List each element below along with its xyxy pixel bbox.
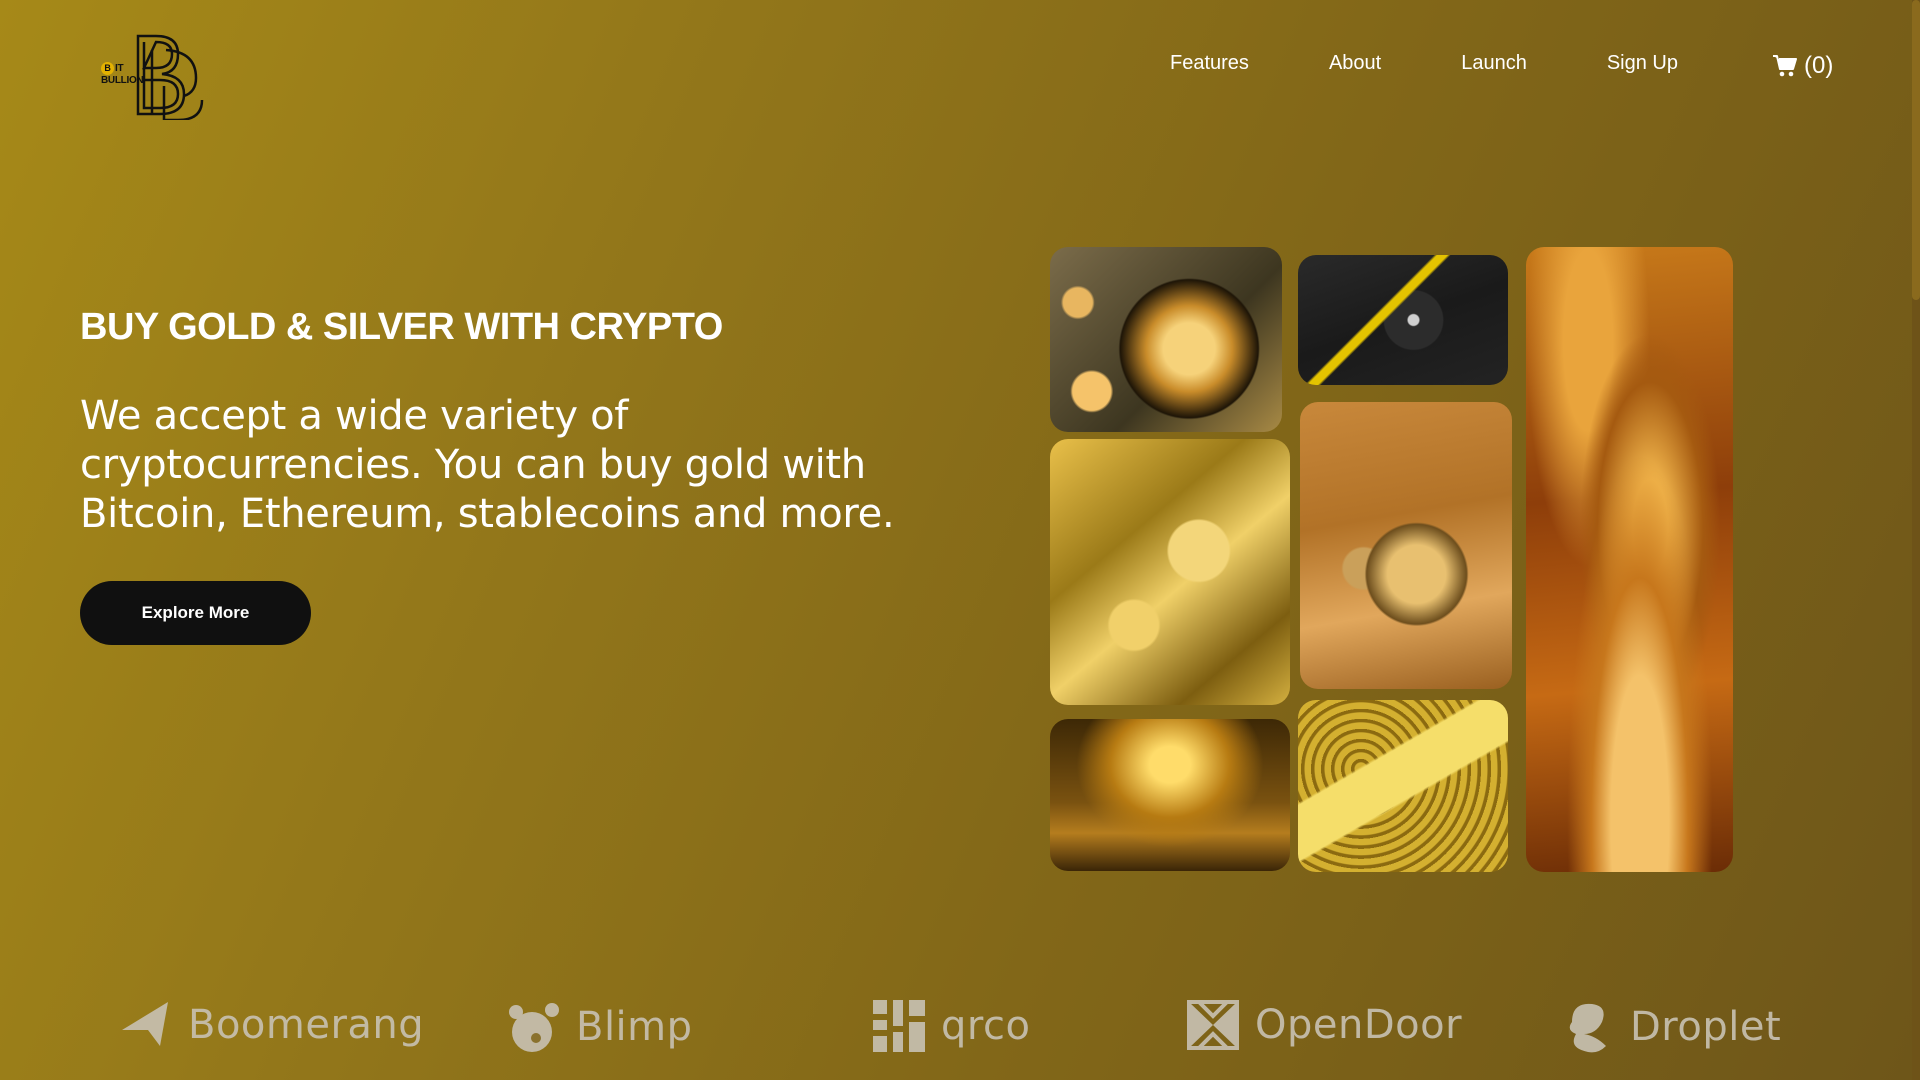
nav-launch[interactable]: Launch xyxy=(1461,52,1527,75)
hero-lead: We accept a wide variety of cryptocurren… xyxy=(80,393,895,537)
explore-more-button[interactable]: Explore More xyxy=(80,581,311,645)
logo-line2: BULLION xyxy=(101,75,144,86)
cart-button[interactable]: (0) xyxy=(1772,52,1833,80)
brand-opendoor-name: OpenDoor xyxy=(1255,1002,1463,1048)
scrollbar-thumb[interactable] xyxy=(1912,0,1920,300)
brand-blimp-name: Blimp xyxy=(576,1004,693,1050)
gallery-image-gold-bars xyxy=(1050,439,1290,705)
boomerang-icon xyxy=(122,1002,168,1046)
brand-droplet: Droplet xyxy=(1562,1000,1781,1054)
gallery-image-coins-closeup xyxy=(1526,247,1733,872)
brand-blimp: Blimp xyxy=(508,1000,693,1054)
hero-eyebrow: BUY GOLD & SILVER WITH CRYPTO xyxy=(80,306,723,348)
droplet-icon xyxy=(1569,1003,1606,1053)
gallery-image-coin-pile xyxy=(1050,719,1290,871)
site-logo[interactable]: B IT BULLION xyxy=(98,30,208,122)
bear-icon xyxy=(509,1003,559,1052)
brand-opendoor: OpenDoor xyxy=(1187,1000,1462,1050)
qr-icon xyxy=(873,1000,925,1052)
gallery-image-bar-on-coins xyxy=(1298,700,1508,872)
gallery-image-coin-bowl xyxy=(1050,247,1282,432)
gallery-image-bitcoin-coins xyxy=(1300,402,1512,689)
opendoor-icon xyxy=(1187,1000,1239,1050)
nav-about[interactable]: About xyxy=(1329,52,1381,75)
brand-boomerang: Boomerang xyxy=(120,1000,424,1050)
cart-icon xyxy=(1773,55,1797,77)
nav-sign-up[interactable]: Sign Up xyxy=(1607,52,1678,75)
gallery-image-bullion-logo xyxy=(1298,255,1508,385)
brand-boomerang-name: Boomerang xyxy=(188,1002,425,1048)
brand-qrco: qrco xyxy=(873,1000,1030,1052)
logo-coin-icon: B xyxy=(101,62,114,75)
main-nav: Features About Launch Sign Up xyxy=(1170,52,1758,75)
logo-wordmark: B IT BULLION xyxy=(101,62,144,86)
brand-droplet-name: Droplet xyxy=(1630,1004,1782,1050)
nav-features[interactable]: Features xyxy=(1170,52,1249,75)
cart-count: (0) xyxy=(1804,52,1834,79)
logo-line1: IT xyxy=(115,63,124,74)
brand-qrco-name: qrco xyxy=(941,1003,1031,1049)
